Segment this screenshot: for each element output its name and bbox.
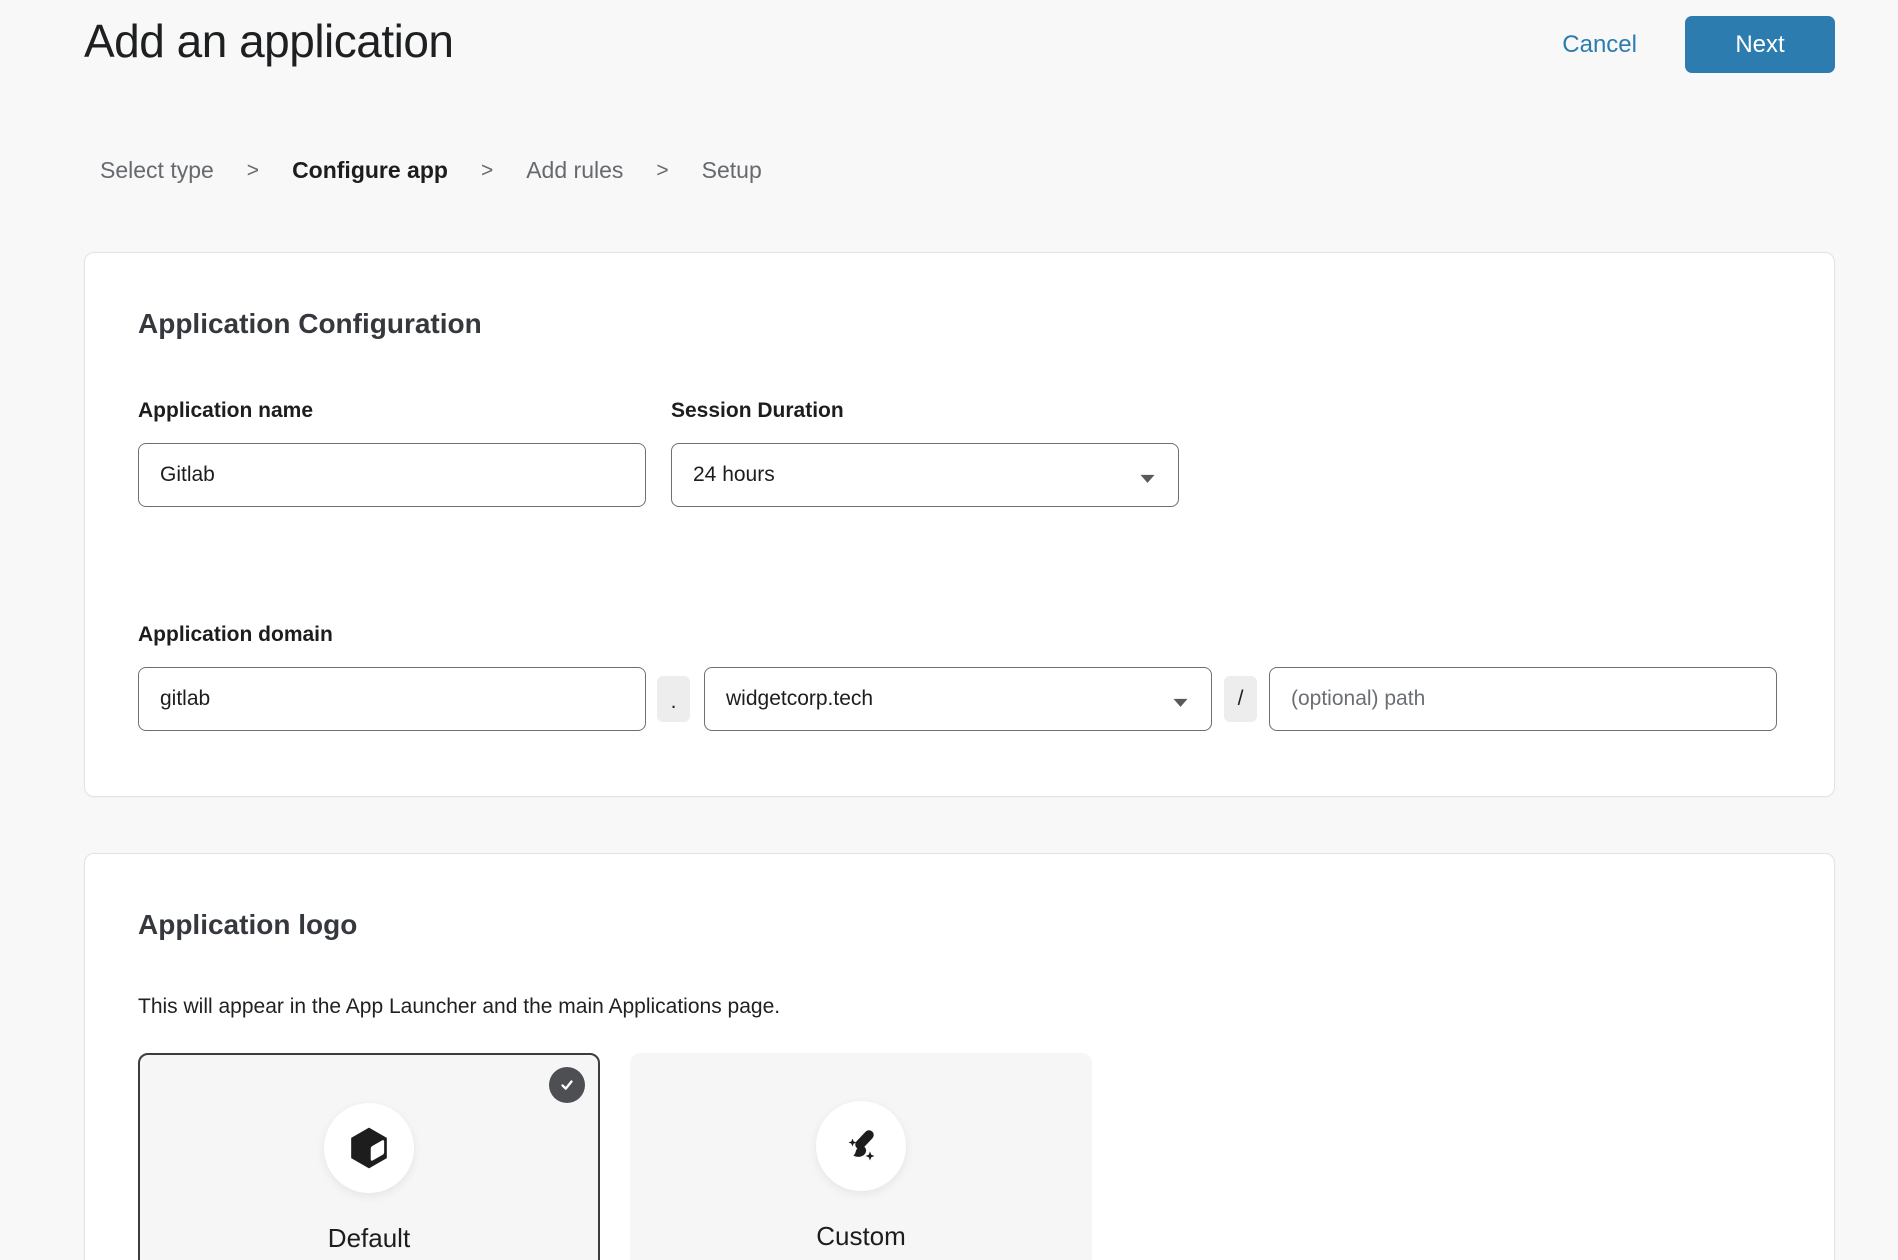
breadcrumb-separator: > — [247, 159, 259, 183]
breadcrumb-separator: > — [481, 159, 493, 183]
cube-icon — [346, 1125, 392, 1171]
chevron-down-icon — [1140, 465, 1155, 489]
step-add-rules[interactable]: Add rules — [526, 157, 623, 184]
application-domain-row: . widgetcorp.tech / — [138, 667, 1777, 731]
session-duration-select[interactable]: 24 hours — [671, 443, 1179, 507]
session-duration-label: Session Duration — [671, 400, 1179, 421]
default-logo-circle — [324, 1103, 414, 1193]
step-configure-app[interactable]: Configure app — [292, 157, 448, 184]
chevron-down-icon — [1173, 689, 1188, 713]
application-logo-heading: Application logo — [138, 910, 1777, 941]
application-configuration-card: Application Configuration Application na… — [84, 252, 1835, 797]
slash-separator: / — [1224, 676, 1257, 722]
selected-check-badge — [549, 1067, 585, 1103]
application-name-field-group: Application name — [138, 400, 646, 507]
application-configuration-heading: Application Configuration — [138, 309, 1777, 340]
step-select-type[interactable]: Select type — [100, 157, 214, 184]
custom-logo-circle — [816, 1101, 906, 1191]
next-button[interactable]: Next — [1685, 16, 1835, 73]
domain-select[interactable]: widgetcorp.tech — [704, 667, 1212, 731]
application-logo-card: Application logo This will appear in the… — [84, 853, 1835, 1260]
paintbrush-icon — [837, 1122, 885, 1170]
logo-option-custom[interactable]: Custom — [630, 1053, 1092, 1260]
application-name-input[interactable] — [138, 443, 646, 507]
dot-separator: . — [657, 676, 690, 722]
application-logo-description: This will appear in the App Launcher and… — [138, 995, 1777, 1019]
header-actions: Cancel Next — [1562, 16, 1835, 73]
cancel-button[interactable]: Cancel — [1562, 31, 1637, 59]
application-domain-label: Application domain — [138, 624, 1777, 645]
name-session-row: Application name Session Duration 24 hou… — [138, 400, 1777, 507]
subdomain-input[interactable] — [138, 667, 646, 731]
session-duration-value: 24 hours — [693, 463, 775, 487]
check-icon — [558, 1076, 576, 1094]
logo-option-default[interactable]: Default — [138, 1053, 600, 1260]
logo-option-label: Custom — [816, 1221, 906, 1251]
page-title: Add an application — [84, 14, 454, 69]
session-duration-field-group: Session Duration 24 hours — [671, 400, 1179, 507]
logo-options-row: Default Custom — [138, 1053, 1777, 1260]
path-input[interactable] — [1269, 667, 1777, 731]
step-setup[interactable]: Setup — [702, 157, 762, 184]
domain-select-value: widgetcorp.tech — [726, 687, 873, 711]
breadcrumb: Select type > Configure app > Add rules … — [100, 157, 1898, 184]
breadcrumb-separator: > — [656, 159, 668, 183]
application-name-label: Application name — [138, 400, 646, 421]
logo-option-label: Default — [328, 1223, 410, 1253]
page-header: Add an application Cancel Next — [0, 0, 1898, 73]
